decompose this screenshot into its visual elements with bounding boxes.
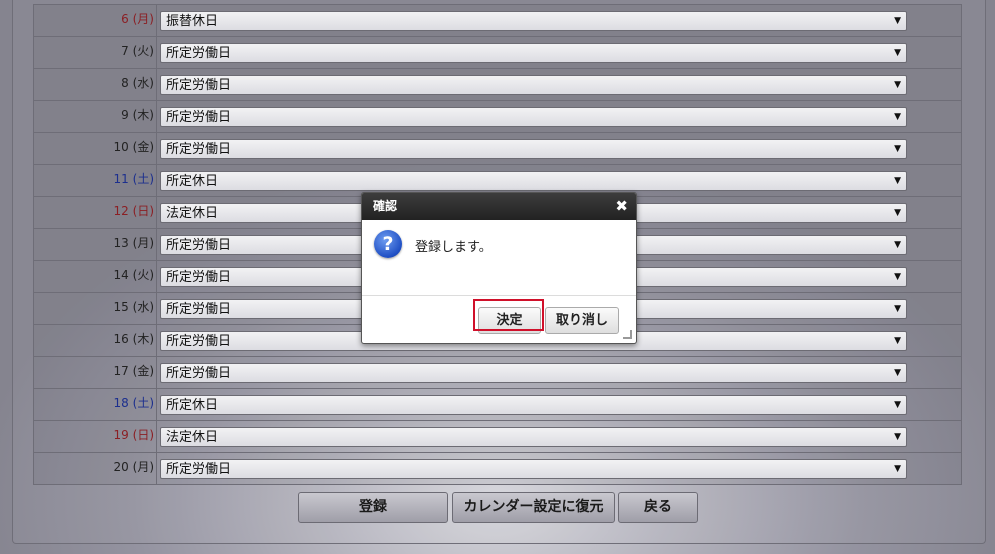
calendar-row: 20 (月) 所定労働日 ▼ <box>33 453 962 485</box>
date-label: 9 (木) <box>34 101 157 132</box>
dropdown-arrow-icon: ▼ <box>894 336 901 346</box>
day-type-select[interactable]: 所定労働日 ▼ <box>160 107 907 127</box>
date-label: 14 (火) <box>34 261 157 292</box>
dropdown-arrow-icon: ▼ <box>894 400 901 410</box>
day-type-value: 所定労働日 <box>166 46 232 61</box>
calendar-row: 9 (木) 所定労働日 ▼ <box>33 101 962 133</box>
day-type-value: 法定休日 <box>166 430 219 445</box>
date-label: 7 (火) <box>34 37 157 68</box>
day-type-select[interactable]: 所定労働日 ▼ <box>160 363 907 383</box>
date-label: 11 (土) <box>34 165 157 196</box>
dropdown-arrow-icon: ▼ <box>894 368 901 378</box>
day-type-value: 所定労働日 <box>166 78 232 93</box>
day-type-value: 所定労働日 <box>166 334 232 349</box>
day-type-select[interactable]: 所定労働日 ▼ <box>160 75 907 95</box>
date-label: 16 (木) <box>34 325 157 356</box>
dialog-titlebar: 確認 ✖ <box>362 193 636 220</box>
close-icon[interactable]: ✖ <box>615 193 628 220</box>
date-label: 12 (日) <box>34 197 157 228</box>
day-type-value: 所定労働日 <box>166 302 232 317</box>
dialog-footer: 決定 取り消し <box>362 296 636 343</box>
day-type-select[interactable]: 所定労働日 ▼ <box>160 459 907 479</box>
day-type-value: 所定労働日 <box>166 110 232 125</box>
day-type-value: 所定休日 <box>166 174 219 189</box>
calendar-row: 19 (日) 法定休日 ▼ <box>33 421 962 453</box>
calendar-row: 7 (火) 所定労働日 ▼ <box>33 37 962 69</box>
dialog-title: 確認 <box>373 199 398 213</box>
day-type-value: 所定労働日 <box>166 366 232 381</box>
dropdown-arrow-icon: ▼ <box>894 272 901 282</box>
ok-button[interactable]: 決定 <box>478 307 541 334</box>
back-button[interactable]: 戻る <box>618 492 698 523</box>
dropdown-arrow-icon: ▼ <box>894 80 901 90</box>
date-label: 15 (水) <box>34 293 157 324</box>
restore-calendar-button[interactable]: カレンダー設定に復元 <box>452 492 615 523</box>
date-label: 13 (月) <box>34 229 157 260</box>
date-label: 8 (水) <box>34 69 157 100</box>
calendar-row: 10 (金) 所定労働日 ▼ <box>33 133 962 165</box>
dropdown-arrow-icon: ▼ <box>894 176 901 186</box>
calendar-row: 8 (水) 所定労働日 ▼ <box>33 69 962 101</box>
day-type-value: 所定休日 <box>166 398 219 413</box>
calendar-row: 6 (月) 振替休日 ▼ <box>33 4 962 37</box>
day-type-value: 所定労働日 <box>166 238 232 253</box>
date-label: 19 (日) <box>34 421 157 452</box>
dropdown-arrow-icon: ▼ <box>894 48 901 58</box>
dropdown-arrow-icon: ▼ <box>894 240 901 250</box>
calendar-row: 18 (土) 所定休日 ▼ <box>33 389 962 421</box>
day-type-select[interactable]: 所定休日 ▼ <box>160 171 907 191</box>
day-type-value: 振替休日 <box>166 14 219 29</box>
dropdown-arrow-icon: ▼ <box>894 16 901 26</box>
day-type-select[interactable]: 所定休日 ▼ <box>160 395 907 415</box>
register-button[interactable]: 登録 <box>298 492 448 523</box>
cancel-button[interactable]: 取り消し <box>545 307 619 334</box>
dropdown-arrow-icon: ▼ <box>894 432 901 442</box>
date-label: 10 (金) <box>34 133 157 164</box>
date-label: 17 (金) <box>34 357 157 388</box>
dialog-body: ? 登録します。 <box>362 220 636 296</box>
day-type-select[interactable]: 所定労働日 ▼ <box>160 139 907 159</box>
day-type-value: 法定休日 <box>166 206 219 221</box>
dialog-message: 登録します。 <box>415 240 492 255</box>
day-type-value: 所定労働日 <box>166 142 232 157</box>
day-type-value: 所定労働日 <box>166 270 232 285</box>
dropdown-arrow-icon: ▼ <box>894 144 901 154</box>
dropdown-arrow-icon: ▼ <box>894 464 901 474</box>
day-type-select[interactable]: 所定労働日 ▼ <box>160 43 907 63</box>
confirm-dialog: 確認 ✖ ? 登録します。 決定 取り消し <box>361 192 637 344</box>
date-label: 6 (月) <box>34 5 157 36</box>
date-label: 18 (土) <box>34 389 157 420</box>
dropdown-arrow-icon: ▼ <box>894 208 901 218</box>
day-type-value: 所定労働日 <box>166 462 232 477</box>
day-type-select[interactable]: 法定休日 ▼ <box>160 427 907 447</box>
dropdown-arrow-icon: ▼ <box>894 304 901 314</box>
calendar-row: 17 (金) 所定労働日 ▼ <box>33 357 962 389</box>
dropdown-arrow-icon: ▼ <box>894 112 901 122</box>
date-label: 20 (月) <box>34 453 157 484</box>
resize-grip-icon[interactable] <box>623 330 632 339</box>
question-icon: ? <box>374 230 402 258</box>
day-type-select[interactable]: 振替休日 ▼ <box>160 11 907 31</box>
